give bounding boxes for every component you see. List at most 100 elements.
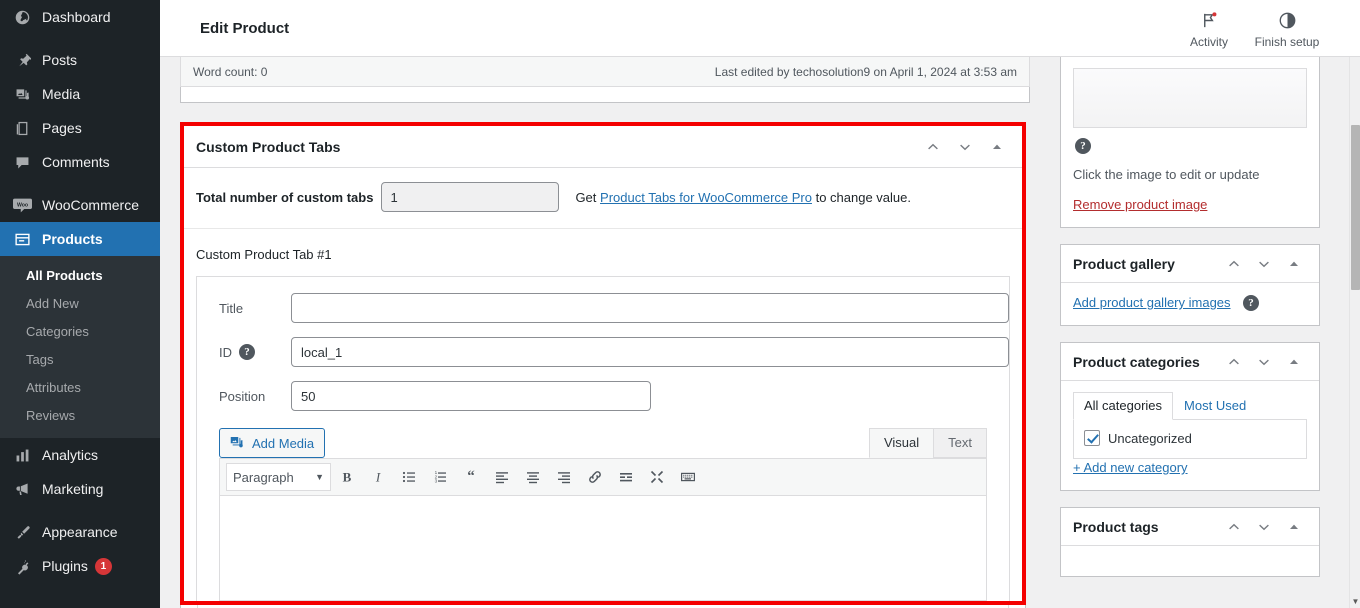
panel-handle-group <box>1221 514 1307 540</box>
tab-most-used[interactable]: Most Used <box>1173 392 1257 420</box>
sidebar-item-plugins[interactable]: Plugins 1 <box>0 549 160 583</box>
align-left-icon[interactable] <box>487 463 517 491</box>
triangle-up-icon[interactable] <box>1281 514 1307 540</box>
tab-title-input[interactable] <box>291 293 1009 323</box>
field-row-title: Title <box>197 293 1009 323</box>
align-right-icon[interactable] <box>549 463 579 491</box>
sidebar-item-label: Analytics <box>42 447 99 463</box>
category-checkbox[interactable] <box>1084 430 1100 446</box>
tab-text[interactable]: Text <box>933 428 987 458</box>
submenu-item-categories[interactable]: Categories <box>0 318 160 346</box>
align-center-icon[interactable] <box>518 463 548 491</box>
finish-setup-button[interactable]: Finish setup <box>1248 0 1326 57</box>
bold-icon[interactable]: B <box>332 463 362 491</box>
category-item-uncategorized[interactable]: Uncategorized <box>1084 430 1296 446</box>
chevron-up-icon[interactable] <box>1221 349 1247 375</box>
title-field-label: Title <box>219 301 291 316</box>
submenu-item-attributes[interactable]: Attributes <box>0 374 160 402</box>
chevron-up-icon[interactable] <box>1221 514 1247 540</box>
submenu-item-tags[interactable]: Tags <box>0 346 160 374</box>
svg-text:I: I <box>375 470 381 485</box>
svg-text:Woo: Woo <box>16 202 27 208</box>
product-categories-box: Product categories All categories Most U… <box>1060 342 1320 491</box>
triangle-up-icon[interactable] <box>1281 349 1307 375</box>
category-tabs: All categories Most Used <box>1073 392 1307 420</box>
top-header-bar: Edit Product Activity Finish setup <box>160 0 1360 57</box>
panel-handle-group <box>920 134 1010 160</box>
product-image-thumbnail[interactable] <box>1073 68 1307 128</box>
sidebar-item-label: Media <box>42 86 81 102</box>
custom-product-tabs-header: Custom Product Tabs <box>184 126 1022 168</box>
chevron-down-icon[interactable] <box>1251 514 1277 540</box>
tab-visual[interactable]: Visual <box>868 428 935 458</box>
remove-product-image-link[interactable]: Remove product image <box>1073 197 1207 212</box>
fullscreen-icon[interactable] <box>642 463 672 491</box>
sidebar-item-appearance[interactable]: Appearance <box>0 515 160 549</box>
add-media-button[interactable]: Add Media <box>219 428 326 458</box>
help-icon[interactable]: ? <box>239 344 255 360</box>
category-label: Uncategorized <box>1108 430 1192 446</box>
pro-upgrade-link[interactable]: Product Tabs for WooCommerce Pro <box>600 190 812 205</box>
panel-handle-group <box>1221 349 1307 375</box>
triangle-up-icon[interactable] <box>1281 251 1307 277</box>
sidebar-item-dashboard[interactable]: Dashboard <box>0 0 160 34</box>
add-new-category-link[interactable]: + Add new category <box>1073 460 1188 475</box>
total-tabs-input[interactable] <box>381 182 560 212</box>
product-image-tip-row: ? <box>1073 128 1307 154</box>
format-select-value: Paragraph <box>233 469 294 485</box>
sidebar-item-label: Posts <box>42 52 78 68</box>
help-icon[interactable]: ? <box>1075 138 1091 154</box>
bulleted-list-icon[interactable] <box>394 463 424 491</box>
tab-all-categories[interactable]: All categories <box>1073 392 1174 420</box>
chevron-down-icon[interactable] <box>1251 251 1277 277</box>
chevron-up-icon[interactable] <box>1221 251 1247 277</box>
scrollbar-thumb[interactable] <box>1351 125 1360 290</box>
sidebar-item-marketing[interactable]: Marketing <box>0 472 160 506</box>
panel-title: Custom Product Tabs <box>196 138 341 155</box>
media-icon <box>230 436 245 450</box>
page-scrollbar[interactable]: ▼ <box>1349 57 1360 608</box>
mce-content-area[interactable] <box>219 496 987 601</box>
flag-icon <box>1200 7 1219 33</box>
help-icon[interactable]: ? <box>1242 294 1259 311</box>
sidebar-item-products[interactable]: Products <box>0 222 160 256</box>
id-field-label: ID ? <box>219 344 291 360</box>
numbered-list-icon[interactable]: 123 <box>425 463 455 491</box>
link-icon[interactable] <box>580 463 610 491</box>
add-gallery-images-link[interactable]: Add product gallery images <box>1073 295 1231 310</box>
submenu-item-add-new[interactable]: Add New <box>0 290 160 318</box>
media-icon <box>12 84 32 104</box>
tab-id-input[interactable] <box>291 337 1009 367</box>
product-tags-title: Product tags <box>1073 518 1159 535</box>
chevron-down-icon[interactable] <box>1251 349 1277 375</box>
chevron-down-icon[interactable] <box>952 134 978 160</box>
sidebar-item-posts[interactable]: Posts <box>0 43 160 77</box>
blockquote-icon[interactable]: “ <box>456 463 486 491</box>
toolbar-toggle-icon[interactable] <box>673 463 703 491</box>
format-select[interactable]: Paragraph ▼ <box>226 463 331 491</box>
sidebar-item-media[interactable]: Media <box>0 77 160 111</box>
tab-position-input[interactable] <box>291 381 651 411</box>
sidebar-item-comments[interactable]: Comments <box>0 145 160 179</box>
product-gallery-title: Product gallery <box>1073 255 1175 272</box>
submenu-item-reviews[interactable]: Reviews <box>0 402 160 430</box>
activity-label: Activity <box>1189 35 1228 49</box>
field-row-id: ID ? <box>197 337 1009 367</box>
sidebar-item-woocommerce[interactable]: Woo WooCommerce <box>0 188 160 222</box>
chevron-up-icon[interactable] <box>920 134 946 160</box>
comments-icon <box>12 152 32 172</box>
italic-icon[interactable]: I <box>363 463 393 491</box>
plugins-update-badge: 1 <box>94 557 112 575</box>
triangle-up-icon[interactable] <box>984 134 1010 160</box>
sidebar-item-pages[interactable]: Pages <box>0 111 160 145</box>
activity-button[interactable]: Activity <box>1170 0 1248 57</box>
read-more-icon[interactable] <box>611 463 641 491</box>
tab-section-title: Custom Product Tab #1 <box>196 247 332 262</box>
sidebar-item-analytics[interactable]: Analytics <box>0 438 160 472</box>
scroll-down-arrow-icon[interactable]: ▼ <box>1351 597 1360 606</box>
submenu-item-all-products[interactable]: All Products <box>0 262 160 290</box>
appearance-icon <box>12 522 32 542</box>
plugins-icon <box>12 556 32 576</box>
description-postbox-bottom <box>180 87 1030 103</box>
product-image-box: ? Click the image to edit or update Remo… <box>1060 57 1320 228</box>
